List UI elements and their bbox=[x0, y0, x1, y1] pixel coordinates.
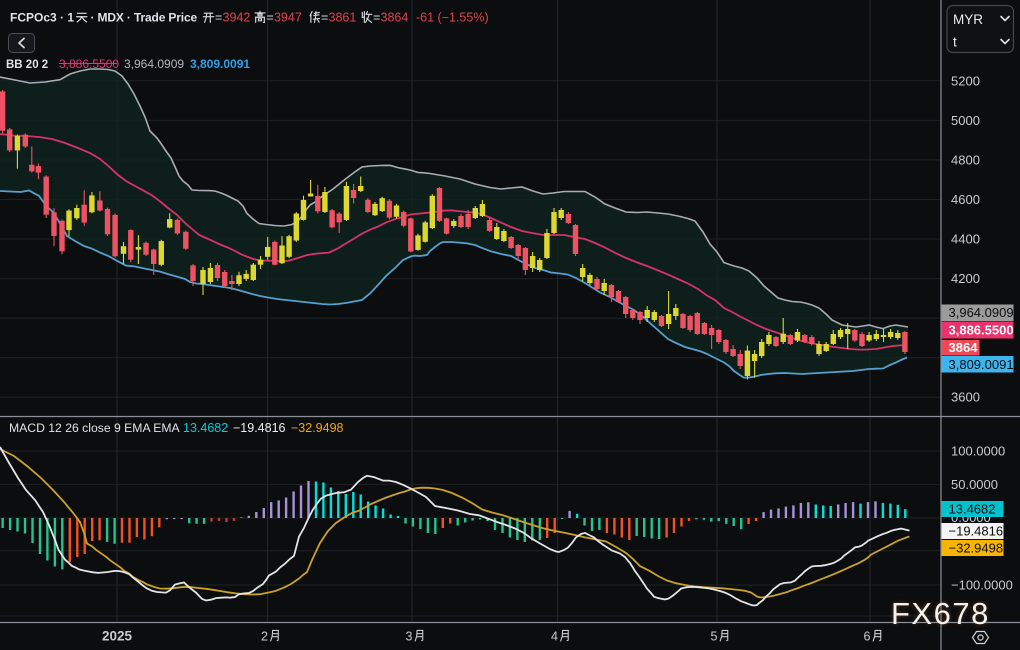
svg-text:=: = bbox=[215, 11, 222, 25]
svg-text:2: 2 bbox=[261, 630, 268, 644]
svg-text:3864: 3864 bbox=[949, 340, 979, 355]
svg-text:−32.9498: −32.9498 bbox=[949, 541, 1004, 556]
svg-text:3600: 3600 bbox=[951, 390, 980, 405]
svg-text:3,964.0909: 3,964.0909 bbox=[949, 305, 1014, 320]
svg-text:3,886.5500: 3,886.5500 bbox=[949, 323, 1014, 338]
svg-text:3,809.0091: 3,809.0091 bbox=[190, 57, 250, 71]
svg-text:4800: 4800 bbox=[951, 152, 980, 167]
svg-text:13.4682: 13.4682 bbox=[183, 421, 228, 435]
svg-text:5200: 5200 bbox=[951, 73, 980, 88]
svg-text:6: 6 bbox=[864, 630, 871, 644]
svg-text:3947: 3947 bbox=[274, 11, 302, 25]
svg-text:-61 (−1.55%): -61 (−1.55%) bbox=[416, 11, 489, 25]
svg-text:=: = bbox=[267, 11, 274, 25]
svg-text:3942: 3942 bbox=[223, 11, 251, 25]
svg-text:3861: 3861 bbox=[329, 11, 357, 25]
svg-text:· MDX · Trade Price: · MDX · Trade Price bbox=[91, 11, 198, 25]
svg-text:−19.4816: −19.4816 bbox=[233, 421, 286, 435]
svg-text:4600: 4600 bbox=[951, 192, 980, 207]
svg-text:FX678: FX678 bbox=[891, 596, 990, 631]
svg-text:−100.0000: −100.0000 bbox=[951, 578, 1013, 593]
svg-text:−19.4816: −19.4816 bbox=[949, 524, 1004, 539]
svg-text:=: = bbox=[373, 11, 380, 25]
svg-text:4400: 4400 bbox=[951, 232, 980, 247]
svg-text:100.0000: 100.0000 bbox=[951, 444, 1005, 459]
svg-text:t: t bbox=[953, 35, 957, 50]
svg-text:BB 20 2: BB 20 2 bbox=[6, 59, 48, 71]
svg-text:MYR: MYR bbox=[953, 12, 983, 27]
svg-text:2025: 2025 bbox=[102, 629, 133, 644]
svg-text:4: 4 bbox=[551, 630, 558, 644]
svg-text:3: 3 bbox=[406, 630, 413, 644]
svg-text:13.4682: 13.4682 bbox=[949, 502, 996, 517]
svg-text:=: = bbox=[321, 11, 328, 25]
svg-text:MACD 12 26 close 9 EMA EMA: MACD 12 26 close 9 EMA EMA bbox=[9, 421, 181, 435]
svg-text:50.0000: 50.0000 bbox=[951, 477, 998, 492]
svg-text:3,964.0909: 3,964.0909 bbox=[124, 57, 184, 71]
svg-text:3864: 3864 bbox=[381, 11, 409, 25]
svg-text:4200: 4200 bbox=[951, 271, 980, 286]
svg-text:5000: 5000 bbox=[951, 113, 980, 128]
svg-text:FCPOc3 · 1: FCPOc3 · 1 bbox=[10, 11, 74, 25]
svg-text:5: 5 bbox=[711, 630, 718, 644]
svg-text:−32.9498: −32.9498 bbox=[291, 421, 344, 435]
svg-text:3,809.0091: 3,809.0091 bbox=[949, 357, 1014, 372]
